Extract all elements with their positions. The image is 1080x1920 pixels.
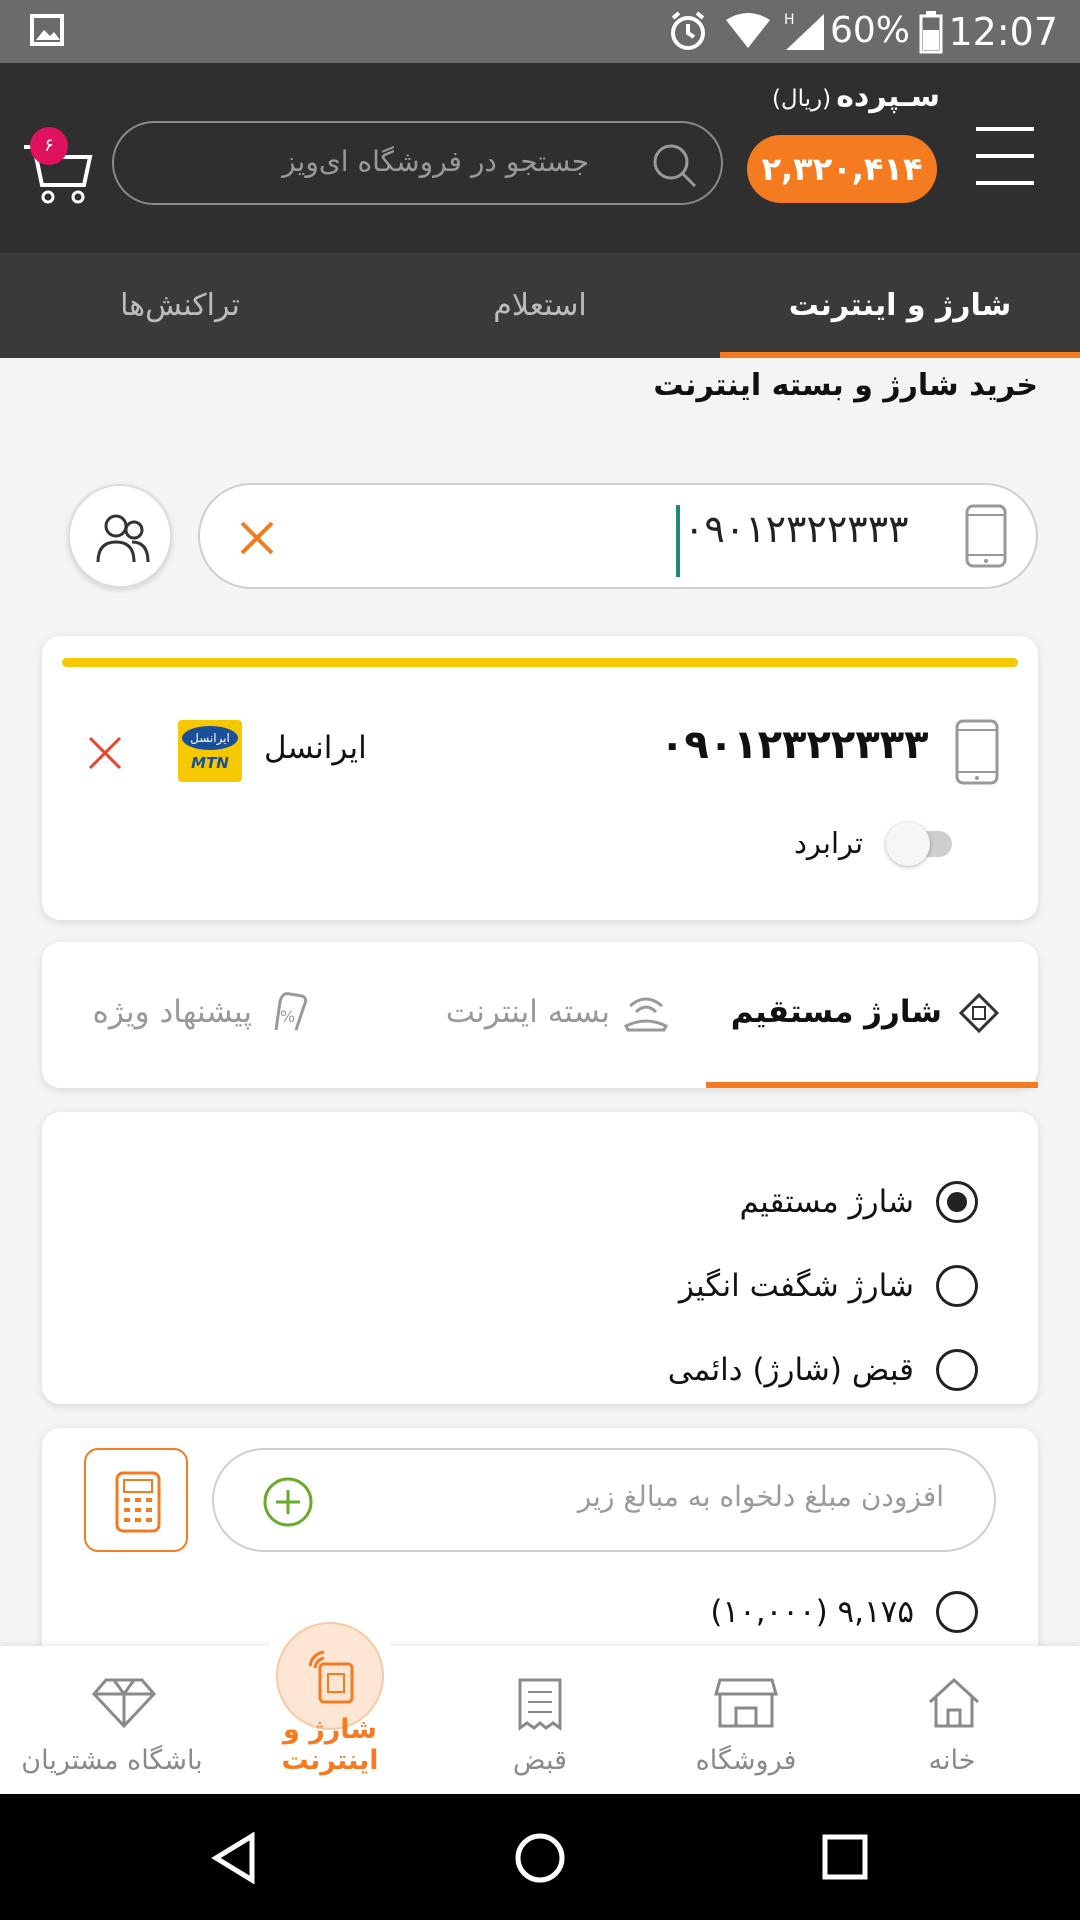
nav-bill[interactable]: قبض	[450, 1646, 630, 1794]
tab-special-offer-label: پیشنهاد ویژه	[92, 994, 252, 1030]
tab-inquiry[interactable]: استعلام	[360, 253, 720, 358]
contacts-icon	[96, 514, 150, 563]
radio-button[interactable]	[936, 1181, 978, 1223]
menu-button[interactable]	[970, 121, 1040, 191]
recents-icon[interactable]	[822, 1834, 868, 1880]
nav-store[interactable]: فروشگاه	[656, 1646, 836, 1794]
mobile-icon	[965, 504, 1007, 568]
nav-customer-club[interactable]: باشگاه مشتریان	[21, 1646, 214, 1794]
option-amazing-charge[interactable]: شارژ شگفت انگیز	[679, 1256, 978, 1316]
radio-button[interactable]	[936, 1591, 978, 1633]
nav-charge-internet[interactable]: شارژ و اینترنت	[240, 1622, 420, 1794]
calculator-button[interactable]	[84, 1448, 188, 1552]
tab-direct-charge[interactable]: شارژ مستقیم	[706, 942, 1038, 1088]
receipt-icon	[518, 1678, 562, 1731]
mobile-icon	[955, 719, 999, 785]
search-bar[interactable]: جستجو در فروشگاه ای‌ویز	[112, 121, 723, 205]
calculator-icon	[115, 1471, 161, 1533]
top-tabs: شارژ و اینترنت استعلام تراکنش‌ها	[0, 253, 1080, 358]
signal-icon: H	[784, 12, 824, 50]
tab-charge-internet[interactable]: شارژ و اینترنت	[720, 253, 1080, 358]
balance-label: سـپرده	[836, 79, 940, 114]
battery-icon	[919, 11, 943, 54]
wifi-hand-icon	[624, 997, 668, 1032]
menu-icon	[976, 127, 1034, 185]
clear-input-icon[interactable]	[238, 519, 276, 557]
nav-home[interactable]: خانه	[862, 1646, 1042, 1794]
tab-internet-package[interactable]: بسته اینترنت	[374, 942, 706, 1088]
toggle-knob	[886, 822, 930, 866]
custom-amount-input[interactable]: افزودن مبلغ دلخواه به مبالغ زیر	[212, 1448, 996, 1552]
system-navigation-bar	[0, 1794, 1080, 1920]
phone-input-value: ۰۹۰۱۲۳۲۲۳۳۳	[684, 507, 909, 551]
charge-type-tabs: شارژ مستقیم بسته اینترنت % پیشنهاد ویژه	[42, 942, 1038, 1088]
status-bar: H 60% 12:07	[0, 0, 1080, 63]
app-header: سـپرده (ریال) ۲,۳۲۰,۴۱۴ جستجو در فروشگاه…	[0, 63, 1080, 253]
balance-label-row: سـپرده (ریال)	[740, 79, 940, 123]
battery-percent: 60%	[829, 10, 910, 51]
svg-text:H: H	[784, 12, 795, 28]
option-label: شارژ مستقیم	[739, 1184, 915, 1220]
text-cursor	[676, 505, 680, 577]
selected-number-card: ایرانسل MTN ایرانسل ۰۹۰۱۲۳۲۲۳۳۳ ترابرد	[42, 636, 1038, 920]
clock: 12:07	[948, 10, 1058, 54]
logo-top-text: ایرانسل	[182, 726, 238, 750]
irancell-logo: ایرانسل MTN	[178, 720, 242, 782]
nav-label: خانه	[928, 1745, 976, 1776]
contacts-button[interactable]	[68, 484, 172, 588]
selected-number: ۰۹۰۱۲۳۲۲۳۳۳	[660, 722, 929, 768]
diamond-icon	[91, 1678, 157, 1729]
option-label: قبض (شارژ) دائمی	[667, 1352, 914, 1388]
cart-count-badge: ۶	[30, 127, 68, 165]
operator-name: ایرانسل	[264, 730, 367, 766]
nav-label: باشگاه مشتریان	[21, 1745, 203, 1776]
back-icon[interactable]	[210, 1832, 258, 1884]
gallery-icon	[30, 14, 64, 46]
amount-option-label: ۹,۱۷۵ (۱۰,۰۰۰)	[710, 1594, 914, 1630]
transfer-toggle[interactable]	[886, 822, 952, 866]
cart-button[interactable]: ۶	[22, 127, 94, 207]
option-permanent-bill[interactable]: قبض (شارژ) دائمی	[668, 1340, 978, 1400]
transfer-label: ترابرد	[794, 826, 864, 860]
alarm-icon	[671, 11, 705, 50]
bottom-navigation: خانه فروشگاه قبض شارژ و اینترنت باشگاه م…	[0, 1594, 1080, 1794]
operator-color-bar	[62, 658, 1018, 667]
option-direct-charge[interactable]: شارژ مستقیم	[739, 1172, 978, 1232]
nav-label: فروشگاه	[695, 1745, 797, 1776]
phone-input-field[interactable]: ۰۹۰۱۲۳۲۲۳۳۳	[198, 483, 1038, 589]
percent-hand-icon: %	[274, 992, 308, 1031]
radio-button[interactable]	[936, 1265, 978, 1307]
search-placeholder: جستجو در فروشگاه ای‌ویز	[282, 145, 589, 178]
balance-badge[interactable]: ۲,۳۲۰,۴۱۴	[747, 135, 937, 203]
svg-text:%: %	[280, 1007, 295, 1026]
search-icon	[653, 144, 697, 188]
nav-label: قبض	[512, 1745, 568, 1776]
tab-internet-package-label: بسته اینترنت	[445, 994, 610, 1030]
charge-type-options: شارژ مستقیم شارژ شگفت انگیز قبض (شارژ) د…	[42, 1112, 1038, 1404]
logo-bottom-text: MTN	[191, 754, 229, 772]
balance-unit: (ریال)	[771, 86, 832, 112]
tab-special-offer[interactable]: % پیشنهاد ویژه	[42, 942, 374, 1088]
sim-signal-icon	[308, 1650, 354, 1704]
home-circle-icon[interactable]	[514, 1832, 566, 1884]
page-title: خرید شارژ و بسته اینترنت	[653, 368, 1038, 403]
custom-amount-placeholder: افزودن مبلغ دلخواه به مبالغ زیر	[577, 1480, 944, 1513]
wifi-icon	[726, 13, 770, 48]
nav-label: شارژ و اینترنت	[281, 1714, 379, 1776]
remove-number-icon[interactable]	[86, 734, 124, 772]
option-label: شارژ شگفت انگیز	[678, 1268, 914, 1304]
tab-transactions[interactable]: تراکنش‌ها	[0, 253, 360, 358]
diamond-sim-icon	[958, 992, 1000, 1034]
store-icon	[714, 1678, 778, 1728]
add-amount-icon[interactable]	[262, 1476, 314, 1528]
tab-direct-charge-label: شارژ مستقیم	[730, 994, 942, 1030]
home-icon	[928, 1677, 980, 1728]
radio-button[interactable]	[936, 1349, 978, 1391]
amount-option[interactable]: ۹,۱۷۵ (۱۰,۰۰۰)	[710, 1582, 978, 1642]
